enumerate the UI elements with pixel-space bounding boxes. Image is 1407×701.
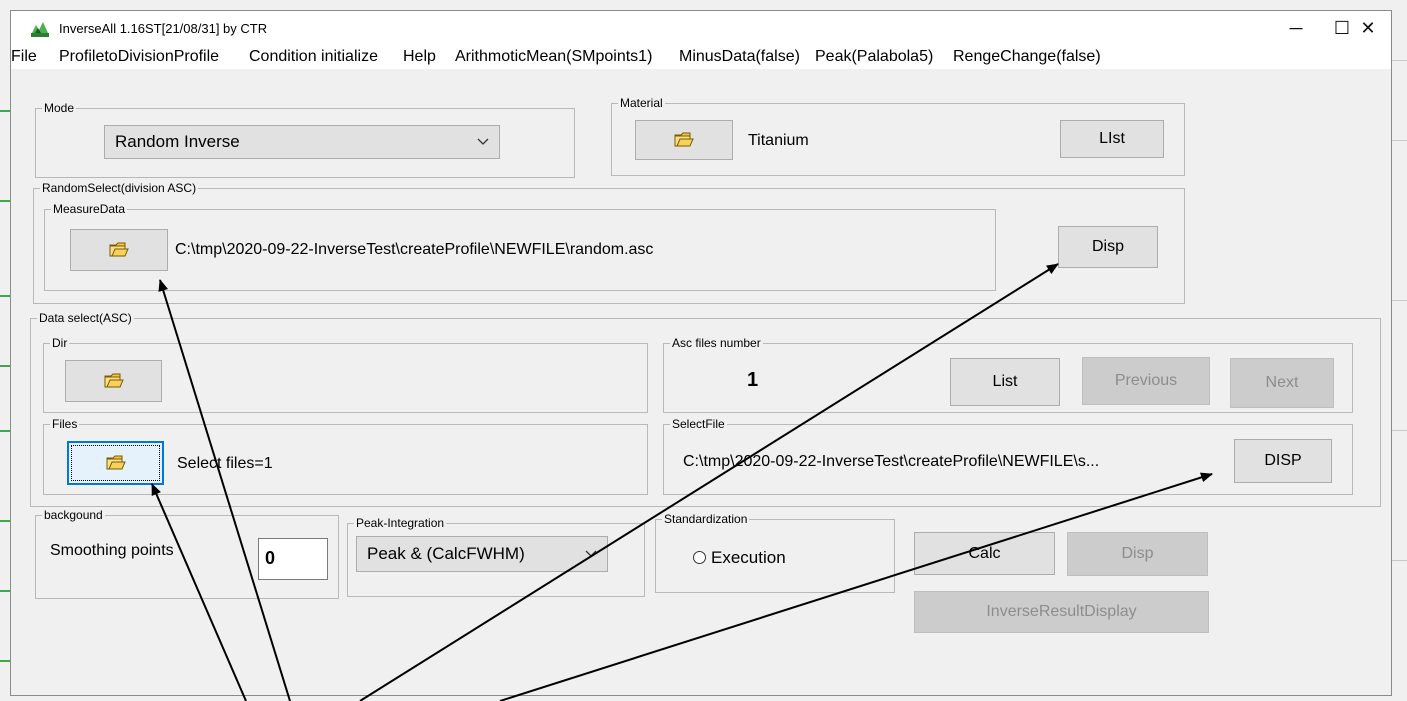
- arrow-to-files-button: [151, 483, 247, 701]
- annotation-arrows: [151, 263, 1213, 701]
- arrow-to-random-disp-button: [359, 263, 1059, 701]
- arrow-to-select-file-path: [499, 472, 1213, 701]
- arrow-to-measure-data-button: [158, 279, 291, 701]
